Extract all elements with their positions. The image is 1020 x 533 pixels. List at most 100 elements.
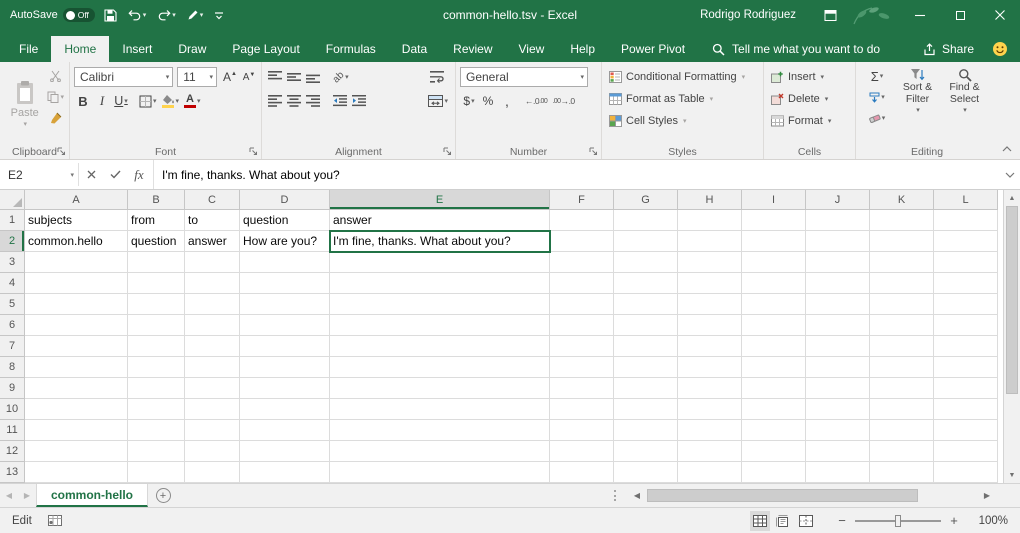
tab-review[interactable]: Review: [440, 36, 505, 62]
customize-quick-access-toolbar-button[interactable]: [212, 3, 226, 27]
cell-H8[interactable]: [678, 357, 742, 378]
cell-A4[interactable]: [25, 273, 128, 294]
tab-view[interactable]: View: [506, 36, 558, 62]
tab-help[interactable]: Help: [557, 36, 608, 62]
cell-F10[interactable]: [550, 399, 614, 420]
font-name-combo[interactable]: Calibri ▾: [74, 67, 173, 87]
percent-style-button[interactable]: %: [479, 91, 497, 111]
cell-J11[interactable]: [806, 420, 870, 441]
cell-H1[interactable]: [678, 210, 742, 231]
cell-J2[interactable]: [806, 231, 870, 252]
increase-indent-button[interactable]: [350, 91, 368, 111]
cell-G12[interactable]: [614, 441, 678, 462]
cell-B11[interactable]: [128, 420, 185, 441]
cell-A5[interactable]: [25, 294, 128, 315]
column-header-F[interactable]: F: [550, 190, 614, 210]
name-box[interactable]: E2 ▾: [0, 160, 78, 189]
horizontal-scroll-thumb[interactable]: [647, 489, 918, 502]
number-dialog-launcher[interactable]: [589, 147, 598, 156]
cell-E4[interactable]: [330, 273, 550, 294]
middle-align-button[interactable]: [285, 67, 303, 87]
copy-button[interactable]: ▾: [45, 87, 66, 107]
page-break-preview-button[interactable]: [796, 511, 816, 531]
cell-C2[interactable]: answer: [185, 231, 240, 252]
cell-J12[interactable]: [806, 441, 870, 462]
column-header-K[interactable]: K: [870, 190, 934, 210]
cell-I3[interactable]: [742, 252, 806, 273]
cell-H3[interactable]: [678, 252, 742, 273]
row-header-9[interactable]: 9: [0, 378, 25, 399]
autosave-control[interactable]: AutoSave Off: [10, 8, 95, 22]
cell-C4[interactable]: [185, 273, 240, 294]
cell-E2[interactable]: I'm fine, thanks. What about you?: [330, 231, 550, 252]
cell-L10[interactable]: [934, 399, 998, 420]
merge-center-button[interactable]: ▾: [426, 91, 450, 111]
scroll-down-arrow[interactable]: ▼: [1004, 467, 1020, 483]
cell-E13[interactable]: [330, 462, 550, 483]
cell-A3[interactable]: [25, 252, 128, 273]
tab-page-layout[interactable]: Page Layout: [219, 36, 312, 62]
cut-button[interactable]: [45, 66, 66, 86]
cell-J10[interactable]: [806, 399, 870, 420]
cell-H5[interactable]: [678, 294, 742, 315]
cell-I8[interactable]: [742, 357, 806, 378]
accounting-format-button[interactable]: $▾: [460, 91, 478, 111]
cell-J13[interactable]: [806, 462, 870, 483]
cell-G7[interactable]: [614, 336, 678, 357]
cell-C9[interactable]: [185, 378, 240, 399]
cell-L13[interactable]: [934, 462, 998, 483]
cell-F13[interactable]: [550, 462, 614, 483]
cell-I9[interactable]: [742, 378, 806, 399]
cell-H13[interactable]: [678, 462, 742, 483]
cell-D1[interactable]: question: [240, 210, 330, 231]
minimize-button[interactable]: [900, 0, 940, 30]
cell-B2[interactable]: question: [128, 231, 185, 252]
format-painter-button[interactable]: [45, 108, 66, 128]
decrease-indent-button[interactable]: [331, 91, 349, 111]
cell-K11[interactable]: [870, 420, 934, 441]
cell-I11[interactable]: [742, 420, 806, 441]
align-left-button[interactable]: [266, 91, 284, 111]
delete-cells-button[interactable]: Delete ▾: [768, 89, 852, 109]
conditional-formatting-button[interactable]: Conditional Formatting ▾: [606, 67, 760, 87]
cell-H9[interactable]: [678, 378, 742, 399]
sheet-nav-right-button[interactable]: ▶: [18, 484, 36, 507]
autosave-toggle[interactable]: Off: [63, 8, 95, 22]
cell-H2[interactable]: [678, 231, 742, 252]
cell-K12[interactable]: [870, 441, 934, 462]
cell-B3[interactable]: [128, 252, 185, 273]
row-header-10[interactable]: 10: [0, 399, 25, 420]
decrease-decimal-button[interactable]: .00→.0: [550, 91, 576, 111]
cell-D6[interactable]: [240, 315, 330, 336]
number-format-combo[interactable]: General ▾: [460, 67, 588, 87]
cell-E3[interactable]: [330, 252, 550, 273]
orientation-button[interactable]: ab ▾: [331, 67, 351, 87]
cell-A6[interactable]: [25, 315, 128, 336]
cell-B4[interactable]: [128, 273, 185, 294]
increase-font-size-button[interactable]: A▲: [221, 67, 239, 87]
row-header-1[interactable]: 1: [0, 210, 25, 231]
cell-L12[interactable]: [934, 441, 998, 462]
page-layout-view-button[interactable]: [773, 511, 793, 531]
cell-K5[interactable]: [870, 294, 934, 315]
cell-F11[interactable]: [550, 420, 614, 441]
cell-F3[interactable]: [550, 252, 614, 273]
row-header-6[interactable]: 6: [0, 315, 25, 336]
cell-K9[interactable]: [870, 378, 934, 399]
row-header-5[interactable]: 5: [0, 294, 25, 315]
horizontal-scroll-track[interactable]: [646, 484, 978, 507]
cell-J8[interactable]: [806, 357, 870, 378]
cell-A2[interactable]: common.hello: [25, 231, 128, 252]
cell-H7[interactable]: [678, 336, 742, 357]
cell-K13[interactable]: [870, 462, 934, 483]
column-header-L[interactable]: L: [934, 190, 998, 210]
cell-B13[interactable]: [128, 462, 185, 483]
paste-button[interactable]: Paste ▾: [4, 65, 45, 143]
cell-E8[interactable]: [330, 357, 550, 378]
cell-F9[interactable]: [550, 378, 614, 399]
cell-B12[interactable]: [128, 441, 185, 462]
insert-cells-button[interactable]: Insert ▾: [768, 67, 852, 87]
bottom-align-button[interactable]: [304, 67, 322, 87]
cell-A10[interactable]: [25, 399, 128, 420]
cell-B9[interactable]: [128, 378, 185, 399]
